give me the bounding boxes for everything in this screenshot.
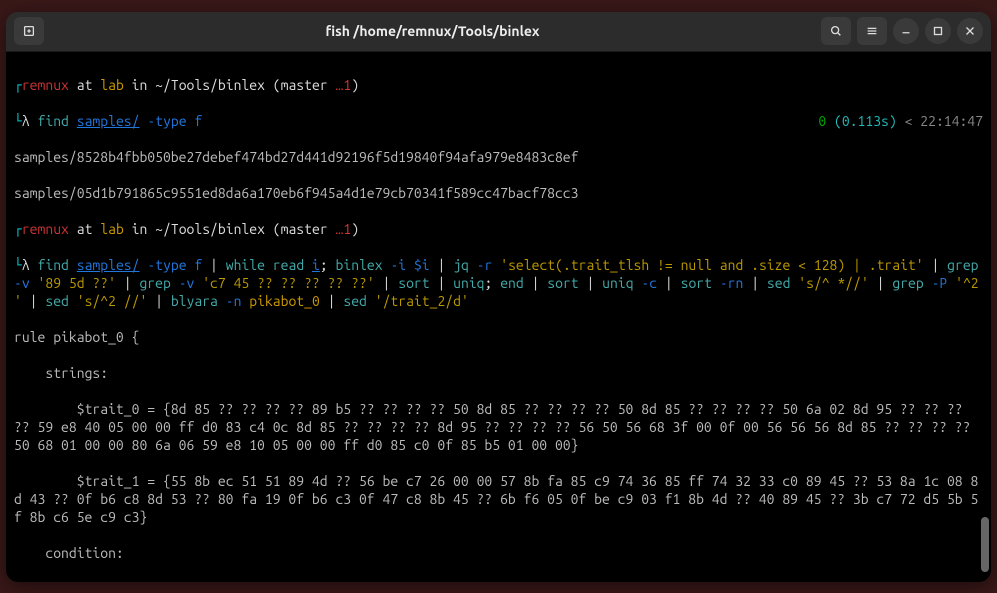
yara-output: rule pikabot_0 { bbox=[14, 328, 983, 346]
timing-info: 0 (0.113s) < 22:14:47 bbox=[818, 112, 983, 130]
prompt-host: lab bbox=[100, 77, 124, 93]
hamburger-menu-button[interactable] bbox=[857, 17, 887, 45]
search-button[interactable] bbox=[821, 17, 851, 45]
prompt-user: remnux bbox=[22, 77, 69, 93]
output-line: samples/8528b4fbb050be27debef474bd27d441… bbox=[14, 148, 983, 166]
terminal-window: fish /home/remnux/Tools/binlex ┌remnux a… bbox=[6, 12, 991, 582]
window-title: fish /home/remnux/Tools/binlex bbox=[44, 23, 821, 39]
close-button[interactable] bbox=[957, 18, 983, 44]
terminal-content[interactable]: ┌remnux at lab in ~/Tools/binlex (master… bbox=[6, 52, 991, 582]
new-tab-button[interactable] bbox=[14, 17, 44, 45]
titlebar: fish /home/remnux/Tools/binlex bbox=[6, 12, 991, 52]
minimize-button[interactable] bbox=[893, 18, 919, 44]
scrollbar[interactable] bbox=[981, 517, 989, 572]
output-line: samples/05d1b791865c9551ed8da6a170eb6f94… bbox=[14, 184, 983, 202]
prompt-path: ~/Tools/binlex bbox=[155, 77, 265, 93]
maximize-button[interactable] bbox=[925, 18, 951, 44]
